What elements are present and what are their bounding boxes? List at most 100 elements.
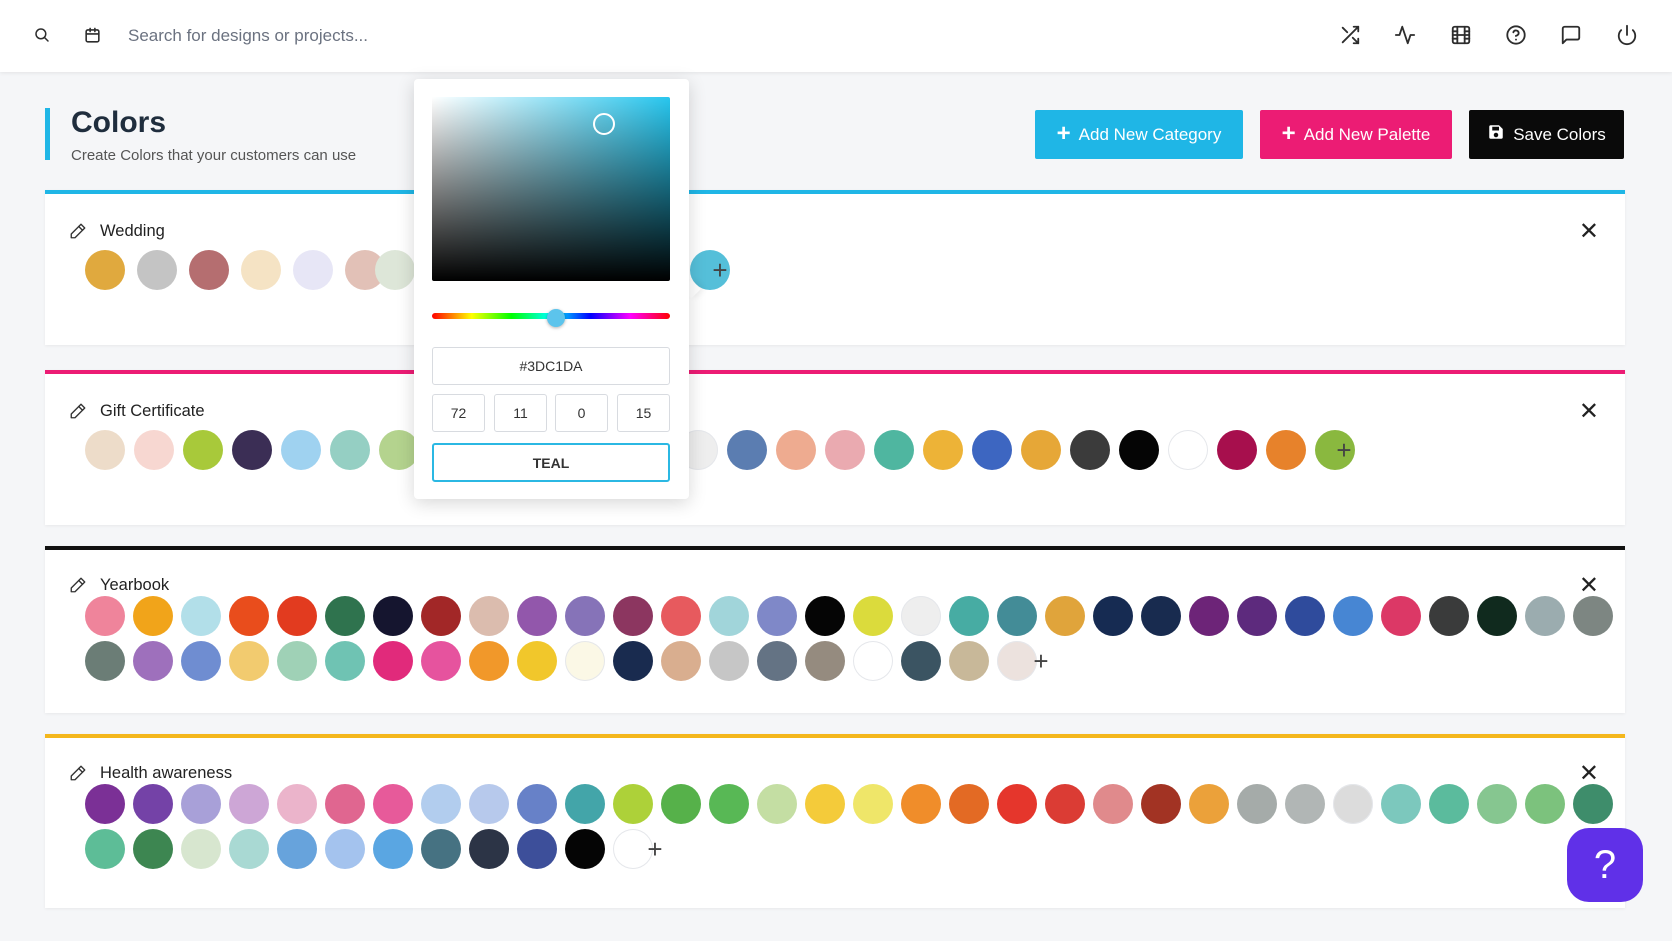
color-swatch[interactable] — [1381, 784, 1421, 824]
color-swatch[interactable] — [901, 784, 941, 824]
color-swatch[interactable] — [949, 596, 989, 636]
color-swatch[interactable] — [133, 596, 173, 636]
color-swatch[interactable] — [853, 596, 893, 636]
color-swatch[interactable] — [1141, 784, 1181, 824]
color-swatch[interactable] — [1119, 430, 1159, 470]
color-swatch[interactable] — [1217, 430, 1257, 470]
color-swatch[interactable] — [709, 784, 749, 824]
color-swatch[interactable] — [709, 596, 749, 636]
color-swatch[interactable] — [1237, 784, 1277, 824]
color-swatch[interactable] — [373, 829, 413, 869]
color-swatch[interactable] — [1429, 596, 1469, 636]
search-icon[interactable] — [29, 22, 55, 48]
color-swatch[interactable] — [874, 430, 914, 470]
add-palette-button[interactable]: + Add New Palette — [1260, 110, 1452, 159]
color-swatch[interactable] — [379, 430, 419, 470]
color-swatch[interactable] — [997, 596, 1037, 636]
color-swatch[interactable] — [133, 784, 173, 824]
pencil-icon[interactable] — [69, 402, 87, 420]
color-swatch[interactable] — [277, 641, 317, 681]
color-swatch[interactable] — [373, 596, 413, 636]
color-swatch[interactable] — [853, 641, 893, 681]
color-swatch[interactable] — [133, 829, 173, 869]
color-swatch[interactable] — [1381, 596, 1421, 636]
category-name[interactable]: Health awareness — [100, 764, 232, 783]
power-icon[interactable] — [1614, 22, 1640, 48]
color-swatch[interactable] — [1573, 596, 1613, 636]
remove-category-button[interactable]: ✕ — [1579, 574, 1599, 598]
add-color-button[interactable]: + — [705, 255, 735, 285]
color-swatch[interactable] — [1070, 430, 1110, 470]
color-swatch[interactable] — [613, 641, 653, 681]
pencil-icon[interactable] — [69, 222, 87, 240]
color-swatch[interactable] — [181, 829, 221, 869]
saturation-cursor[interactable] — [593, 113, 615, 135]
color-swatch[interactable] — [661, 784, 701, 824]
help-chat-button[interactable]: ? — [1567, 828, 1643, 902]
pencil-icon[interactable] — [69, 576, 87, 594]
color-swatch[interactable] — [277, 829, 317, 869]
color-swatch[interactable] — [1266, 430, 1306, 470]
color-swatch[interactable] — [1285, 596, 1325, 636]
magenta-input[interactable] — [494, 394, 547, 432]
color-swatch[interactable] — [1045, 596, 1085, 636]
color-swatch[interactable] — [229, 641, 269, 681]
color-swatch[interactable] — [325, 596, 365, 636]
color-swatch[interactable] — [1525, 784, 1565, 824]
color-swatch[interactable] — [805, 596, 845, 636]
color-swatch[interactable] — [972, 430, 1012, 470]
color-swatch[interactable] — [776, 430, 816, 470]
saturation-value-area[interactable] — [432, 97, 670, 281]
color-swatch[interactable] — [1429, 784, 1469, 824]
color-swatch[interactable] — [805, 784, 845, 824]
category-name[interactable]: Gift Certificate — [100, 402, 205, 421]
color-swatch[interactable] — [232, 430, 272, 470]
shuffle-icon[interactable] — [1337, 22, 1363, 48]
color-swatch[interactable] — [1093, 596, 1133, 636]
color-swatch[interactable] — [1189, 784, 1229, 824]
color-swatch[interactable] — [133, 641, 173, 681]
remove-category-button[interactable]: ✕ — [1579, 762, 1599, 786]
color-swatch[interactable] — [949, 784, 989, 824]
color-swatch[interactable] — [853, 784, 893, 824]
color-swatch[interactable] — [277, 596, 317, 636]
color-swatch[interactable] — [1045, 784, 1085, 824]
color-swatch[interactable] — [709, 641, 749, 681]
color-swatch[interactable] — [517, 596, 557, 636]
color-swatch[interactable] — [85, 641, 125, 681]
color-swatch[interactable] — [901, 641, 941, 681]
color-swatch[interactable] — [517, 641, 557, 681]
color-swatch[interactable] — [1573, 784, 1613, 824]
color-swatch[interactable] — [757, 641, 797, 681]
color-swatch[interactable] — [421, 596, 461, 636]
color-swatch[interactable] — [565, 641, 605, 681]
help-circle-icon[interactable] — [1503, 22, 1529, 48]
color-swatch[interactable] — [325, 829, 365, 869]
color-swatch[interactable] — [281, 430, 321, 470]
color-swatch[interactable] — [1525, 596, 1565, 636]
color-swatch[interactable] — [825, 430, 865, 470]
color-swatch[interactable] — [330, 430, 370, 470]
color-swatch[interactable] — [613, 596, 653, 636]
color-swatch[interactable] — [293, 250, 333, 290]
color-swatch[interactable] — [757, 784, 797, 824]
color-swatch[interactable] — [183, 430, 223, 470]
color-swatch[interactable] — [901, 596, 941, 636]
message-icon[interactable] — [1558, 22, 1584, 48]
calendar-icon[interactable] — [79, 22, 105, 48]
category-name[interactable]: Wedding — [100, 222, 165, 241]
color-swatch[interactable] — [241, 250, 281, 290]
key-input[interactable] — [617, 394, 670, 432]
add-color-button[interactable]: + — [1329, 435, 1359, 465]
color-swatch[interactable] — [325, 641, 365, 681]
add-category-button[interactable]: + Add New Category — [1035, 110, 1243, 159]
color-swatch[interactable] — [85, 784, 125, 824]
color-swatch[interactable] — [421, 784, 461, 824]
pencil-icon[interactable] — [69, 764, 87, 782]
color-swatch[interactable] — [469, 784, 509, 824]
color-swatch[interactable] — [469, 596, 509, 636]
add-color-button[interactable]: + — [1026, 646, 1056, 676]
color-swatch[interactable] — [1093, 784, 1133, 824]
color-swatch[interactable] — [229, 829, 269, 869]
color-swatch[interactable] — [565, 596, 605, 636]
